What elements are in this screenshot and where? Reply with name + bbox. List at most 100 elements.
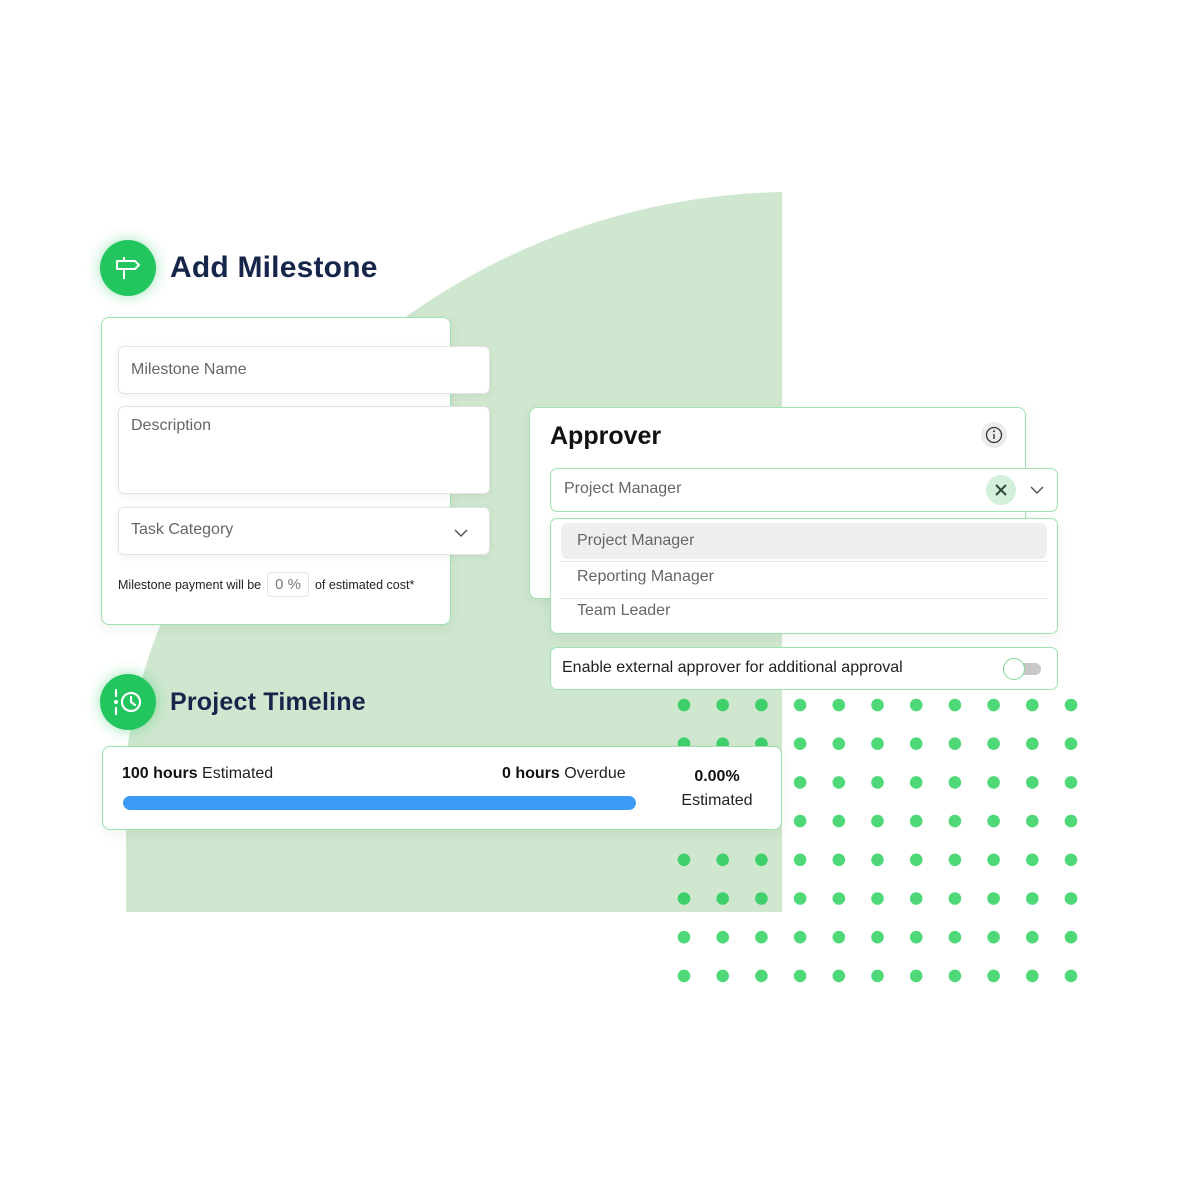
decorative-dot [755,969,768,983]
decorative-dot [832,776,846,789]
progress-bar-fill [123,796,636,810]
decorative-dot [832,930,846,944]
decorative-dot [871,737,884,750]
estimated-hours-value: 100 hours [122,765,198,782]
chevron-down-icon [454,529,468,538]
signpost-icon [100,240,156,296]
decorative-dot [1026,776,1039,789]
milestone-form-card: Milestone Name Description Task Category… [101,317,490,625]
clear-selection-button[interactable] [986,475,1016,505]
approver-select[interactable]: Project Manager [550,468,1058,512]
decorative-dot [987,853,1000,867]
payment-prefix: Milestone payment will be [118,577,262,592]
project-timeline-title: Project Timeline [170,687,366,716]
toggle-knob [1003,658,1025,680]
approver-title: Approver [550,422,662,450]
decorative-dot [987,737,1000,750]
decorative-dot [832,853,846,867]
decorative-dot [793,892,807,905]
decorative-dot [871,969,884,983]
decorative-dot [948,776,962,789]
decorative-dot [987,930,1000,944]
estimated-hours: 100 hours Estimated [122,765,273,783]
external-approver-toggle[interactable] [1003,658,1043,680]
decorative-dot [909,930,923,944]
info-icon[interactable] [981,422,1007,448]
decorative-dot [948,814,962,828]
decorative-dot [909,892,923,905]
decorative-dot [677,930,691,944]
external-approver-row: Enable external approver for additional … [550,647,1058,690]
decorative-dot [1064,737,1078,750]
close-icon [995,484,1007,496]
milestone-name-placeholder: Milestone Name [131,361,247,378]
decorative-dot [793,853,807,867]
decorative-dot [677,892,691,905]
decorative-dot [716,930,729,944]
decorative-dot [677,698,691,712]
progress-bar [123,796,636,810]
dropdown-option-project-manager[interactable]: Project Manager [561,523,1047,559]
decorative-dot [948,698,962,712]
decorative-dot [1026,814,1039,828]
task-category-placeholder: Task Category [131,521,234,538]
add-milestone-heading: Add Milestone [100,240,378,296]
decorative-dot [987,776,1000,789]
decorative-dot [871,698,884,712]
decorative-dot [793,969,807,983]
description-textarea[interactable]: Description [118,406,490,494]
estimated-percent-label: Estimated [681,792,753,809]
decorative-dot [793,737,807,750]
decorative-dot [987,698,1000,712]
overdue-hours: 0 hours Overdue [502,765,626,783]
decorative-dot [1064,698,1078,712]
dropdown-option-reporting-manager[interactable]: Reporting Manager [561,559,1047,595]
decorative-dot [755,853,768,867]
dropdown-option-team-leader[interactable]: Team Leader [561,593,1047,629]
decorative-dot [909,969,923,983]
decorative-dot [948,737,962,750]
estimated-hours-label: Estimated [202,765,274,782]
estimated-percent-value: 0.00% [694,768,740,785]
decorative-dot [716,698,729,712]
decorative-dot [1064,930,1078,944]
decorative-dot [793,698,807,712]
decorative-dot [716,853,729,867]
decorative-dot [1064,969,1078,983]
decorative-dot [871,853,884,867]
decorative-dot [755,698,768,712]
decorative-dot [909,814,923,828]
decorative-dot [987,892,1000,905]
decorative-dot [948,853,962,867]
overdue-hours-label: Overdue [564,765,626,782]
external-approver-label: Enable external approver for additional … [562,659,903,676]
decorative-dot [716,892,729,905]
decorative-dot [1026,853,1039,867]
decorative-dot [1064,892,1078,905]
decorative-dot [832,737,846,750]
task-category-select[interactable]: Task Category [118,507,490,555]
decorative-dot [948,892,962,905]
timeline-clock-icon [100,674,156,730]
description-placeholder: Description [131,417,212,434]
decorative-dot [1064,776,1078,789]
decorative-dot [871,776,884,789]
milestone-name-input[interactable]: Milestone Name [118,346,490,394]
decorative-dot [793,930,807,944]
chevron-down-icon[interactable] [1029,485,1045,495]
decorative-dot [832,969,846,983]
project-timeline-heading: Project Timeline [100,674,366,730]
decorative-dot [909,776,923,789]
decorative-dot [755,930,768,944]
decorative-dot [948,969,962,983]
payment-percent-input[interactable]: 0 % [267,572,309,597]
add-milestone-title: Add Milestone [170,251,378,284]
payment-suffix: of estimated cost* [314,577,415,592]
decorative-dot [793,814,807,828]
decorative-dot [909,737,923,750]
decorative-dot [987,969,1000,983]
decorative-dot [832,892,846,905]
decorative-dot [793,776,807,789]
decorative-dot [1026,698,1039,712]
decorative-dot [871,814,884,828]
